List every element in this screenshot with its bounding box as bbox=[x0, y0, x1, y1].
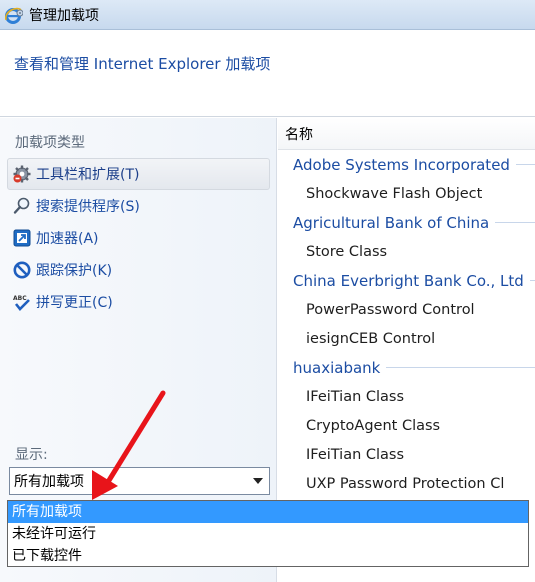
show-filter-dropdown: 所有加载项 未经许可运行 已下载控件 bbox=[7, 500, 529, 567]
show-filter-select[interactable]: 所有加载项 bbox=[9, 467, 270, 495]
publisher-name: China Everbright Bank Co., Ltd bbox=[293, 271, 524, 290]
type-item-tracking-protection[interactable]: 跟踪保护(K) bbox=[7, 254, 270, 286]
addon-types-label: 加载项类型 bbox=[15, 135, 85, 151]
spellcheck-icon: ABC bbox=[12, 292, 32, 312]
addon-name: iesignCEB Control bbox=[306, 330, 436, 347]
publisher-group-header: China Everbright Bank Co., Ltd bbox=[278, 266, 535, 295]
publisher-group-header: Adobe Systems Incorporated bbox=[278, 150, 535, 179]
publisher-name: huaxiabank bbox=[293, 358, 381, 377]
show-filter-value: 所有加载项 bbox=[14, 474, 84, 490]
window-title: 管理加载项 bbox=[29, 7, 99, 24]
addon-name: UXP Password Protection Cl bbox=[306, 475, 505, 492]
svg-text:ABC: ABC bbox=[13, 295, 27, 302]
publisher-group-header: Agricultural Bank of China bbox=[278, 208, 535, 237]
list-item[interactable]: UXP Password Protection Cl bbox=[278, 469, 535, 498]
type-item-label: 跟踪保护(K) bbox=[36, 263, 113, 279]
type-item-search-providers[interactable]: 搜索提供程序(S) bbox=[7, 190, 270, 222]
addon-name: PowerPassword Control bbox=[306, 301, 475, 318]
block-icon bbox=[12, 260, 32, 280]
title-bar: 管理加载项 bbox=[0, 0, 535, 30]
group-divider bbox=[529, 280, 535, 281]
type-item-label: 拼写更正(C) bbox=[36, 295, 113, 311]
publisher-name: Adobe Systems Incorporated bbox=[293, 155, 510, 174]
list-item[interactable]: Store Class bbox=[278, 237, 535, 266]
type-item-label: 工具栏和扩展(T) bbox=[36, 167, 140, 183]
search-icon bbox=[12, 196, 32, 216]
page-headline: 查看和管理 Internet Explorer 加载项 bbox=[14, 55, 271, 73]
group-divider bbox=[515, 164, 535, 165]
group-divider bbox=[386, 367, 535, 368]
type-item-label: 加速器(A) bbox=[36, 231, 99, 247]
addon-type-list: 工具栏和扩展(T) 搜索提供程序(S) 加速器(A) 跟踪保护(K) ABC 拼… bbox=[7, 158, 270, 318]
list-item[interactable]: IFeiTian Class bbox=[278, 440, 535, 469]
addon-name: Shockwave Flash Object bbox=[306, 185, 483, 202]
type-item-toolbars[interactable]: 工具栏和扩展(T) bbox=[7, 158, 270, 190]
publisher-name: Agricultural Bank of China bbox=[293, 213, 490, 232]
type-item-accelerators[interactable]: 加速器(A) bbox=[7, 222, 270, 254]
type-item-spelling-correction[interactable]: ABC 拼写更正(C) bbox=[7, 286, 270, 318]
publisher-group-header: huaxiabank bbox=[278, 353, 535, 382]
addon-name: IFeiTian Class bbox=[306, 388, 405, 405]
dropdown-option-downloaded-controls[interactable]: 已下载控件 bbox=[8, 545, 528, 567]
list-item[interactable]: CryptoAgent Class bbox=[278, 411, 535, 440]
column-header-name[interactable]: 名称 bbox=[278, 118, 535, 150]
group-divider bbox=[495, 222, 535, 223]
dropdown-option-run-without-permission[interactable]: 未经许可运行 bbox=[8, 523, 528, 545]
list-item[interactable]: Shockwave Flash Object bbox=[278, 179, 535, 208]
addon-name: Store Class bbox=[306, 243, 388, 260]
internet-explorer-icon bbox=[3, 5, 24, 25]
chevron-down-icon[interactable] bbox=[253, 478, 263, 484]
gear-icon bbox=[12, 164, 32, 184]
dropdown-option-all-addons[interactable]: 所有加载项 bbox=[8, 501, 528, 523]
list-item[interactable]: iesignCEB Control bbox=[278, 324, 535, 353]
list-item[interactable]: IFeiTian Class bbox=[278, 382, 535, 411]
list-item[interactable]: PowerPassword Control bbox=[278, 295, 535, 324]
addon-name: IFeiTian Class bbox=[306, 446, 405, 463]
header-band: 查看和管理 Internet Explorer 加载项 bbox=[0, 31, 535, 117]
accelerator-icon bbox=[12, 228, 32, 248]
addon-list: Adobe Systems Incorporated Shockwave Fla… bbox=[278, 150, 535, 498]
addon-name: CryptoAgent Class bbox=[306, 417, 441, 434]
type-item-label: 搜索提供程序(S) bbox=[36, 199, 140, 215]
show-label: 显示: bbox=[15, 447, 48, 463]
